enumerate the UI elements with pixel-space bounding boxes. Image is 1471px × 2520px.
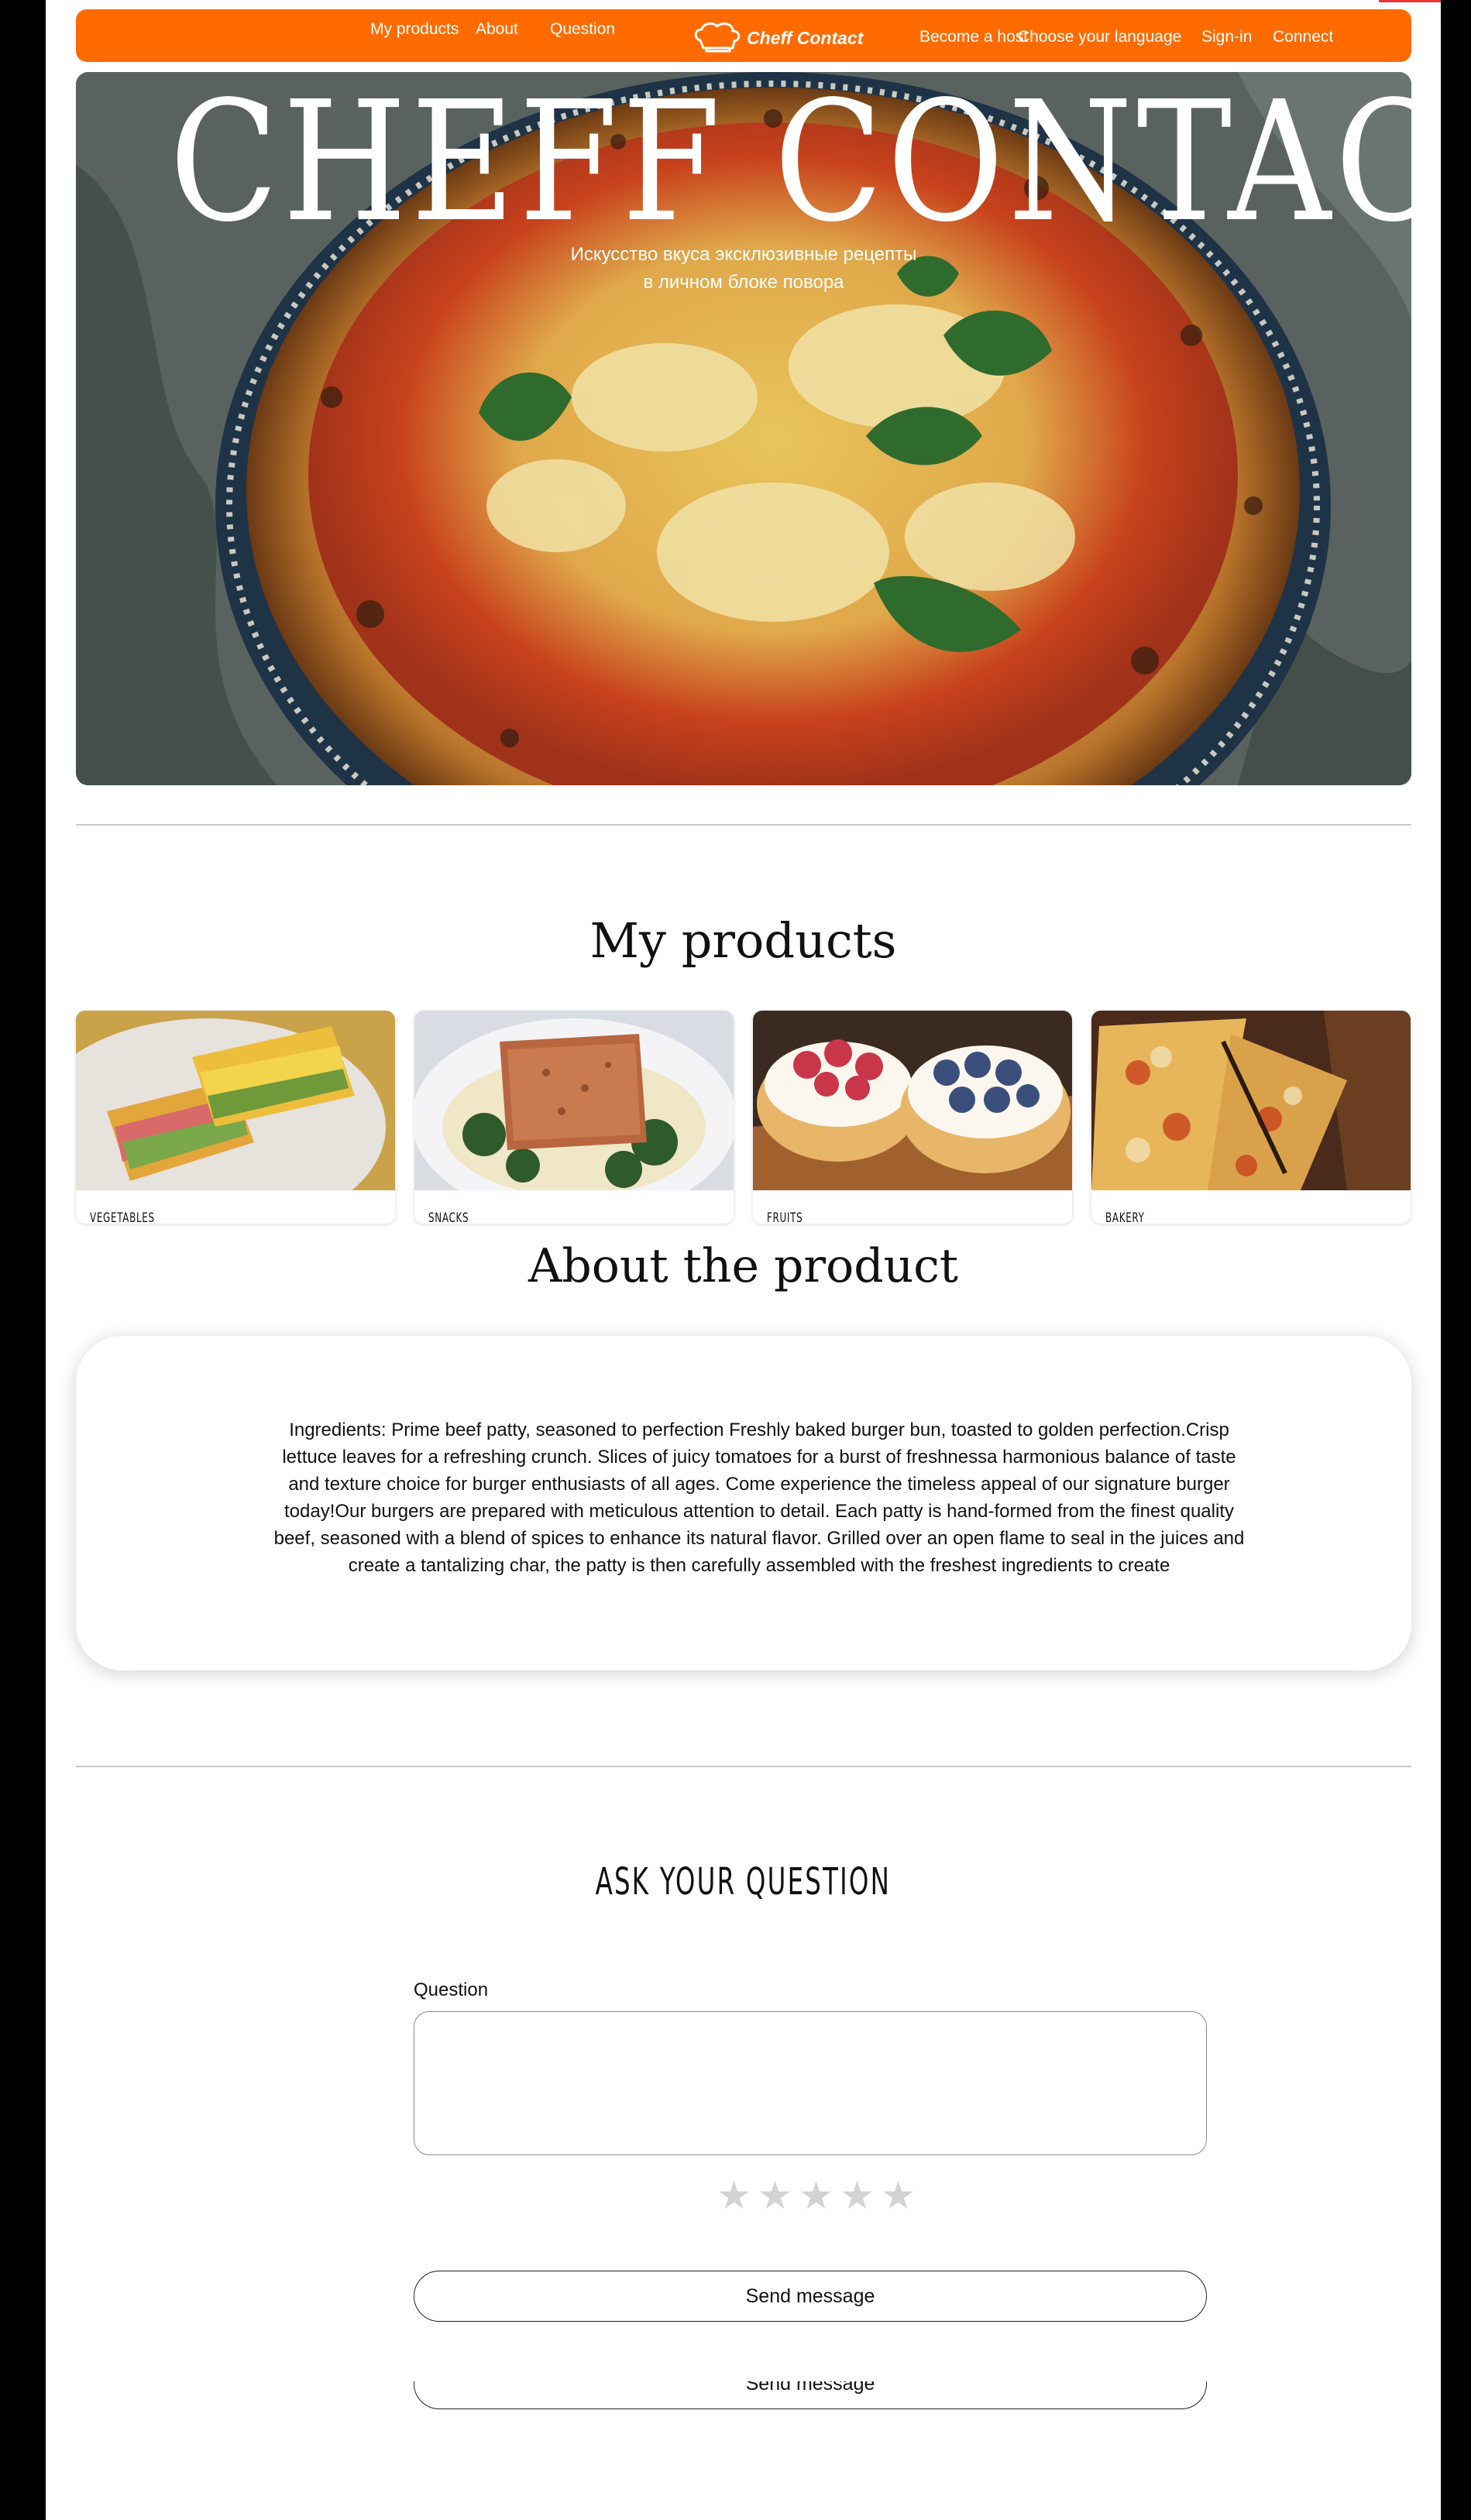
product-card-vegetables[interactable]: VEGETABLES <box>76 1011 395 1224</box>
star-icon[interactable]: ★ <box>878 2172 919 2219</box>
product-card-bakery[interactable]: BAKERY <box>1091 1011 1411 1224</box>
brand-logo-text: Cheff Contact <box>747 28 864 48</box>
send-message-button[interactable]: Send message <box>414 2271 1207 2322</box>
send-message-button-secondary[interactable]: Send message <box>414 2381 1207 2409</box>
page: My products About Question Cheff Contact… <box>46 0 1441 2520</box>
about-card: Ingredients: Prime beef patty, seasoned … <box>76 1336 1411 1670</box>
section-divider <box>76 824 1411 826</box>
hero-banner: CHEFF CONTACT Искусство вкуса эксклюзивн… <box>76 72 1411 785</box>
top-accent-line <box>1379 0 1441 2</box>
nav-link-language[interactable]: Choose your language <box>1018 28 1181 46</box>
nav-link-sign-in[interactable]: Sign-in <box>1201 28 1252 46</box>
sandwich-photo <box>76 1011 395 1190</box>
top-navbar: My products About Question Cheff Contact… <box>76 9 1411 62</box>
brand-logo[interactable]: Cheff Contact <box>693 17 871 53</box>
products-title: My products <box>589 912 897 969</box>
chef-hat-icon <box>694 22 741 53</box>
hero-subtitle: Искусство вкуса эксклюзивные рецепты в л… <box>479 241 1009 297</box>
star-icon[interactable]: ★ <box>713 2172 754 2219</box>
salmon-photo <box>414 1011 734 1190</box>
nav-link-about[interactable]: About <box>476 20 518 39</box>
question-title: ASK YOUR QUESTION <box>46 1860 1441 1904</box>
product-card-label: SNACKS <box>428 1210 469 1224</box>
question-label: Question <box>414 1979 489 2000</box>
star-icon[interactable]: ★ <box>754 2172 796 2219</box>
about-title: About the product <box>528 1239 958 1293</box>
nav-link-my-products[interactable]: My products <box>370 20 459 39</box>
product-card-label: FRUITS <box>767 1210 803 1224</box>
nav-link-become-host[interactable]: Become a host <box>919 28 1028 46</box>
pizza-slices-photo <box>1091 1011 1411 1190</box>
hero-subtitle-line-1: Искусство вкуса эксклюзивные рецепты <box>570 244 917 265</box>
pastry-photo <box>753 1011 1072 1190</box>
product-card-label: VEGETABLES <box>90 1210 155 1224</box>
hero-title: CHEFF CONTACT <box>169 72 1411 259</box>
question-title-text: ASK YOUR QUESTION <box>595 1860 892 1904</box>
hero-subtitle-line-2: в личном блоке повора <box>643 272 844 293</box>
about-text: Ingredients: Prime beef patty, seasoned … <box>273 1420 1245 1576</box>
star-rating: ★ ★ ★ ★ ★ <box>713 2172 919 2219</box>
nav-link-connect[interactable]: Connect <box>1273 28 1333 46</box>
section-divider <box>76 1766 1411 1767</box>
product-card-label: BAKERY <box>1105 1210 1145 1224</box>
question-input[interactable] <box>414 2011 1207 2155</box>
duplicate-send-button-clip: Send message <box>410 2381 1215 2412</box>
nav-link-question[interactable]: Question <box>550 20 615 39</box>
star-icon[interactable]: ★ <box>837 2172 878 2219</box>
star-icon[interactable]: ★ <box>796 2172 837 2219</box>
product-card-snacks[interactable]: SNACKS <box>414 1011 734 1224</box>
product-card-fruits[interactable]: FRUITS <box>753 1011 1072 1224</box>
